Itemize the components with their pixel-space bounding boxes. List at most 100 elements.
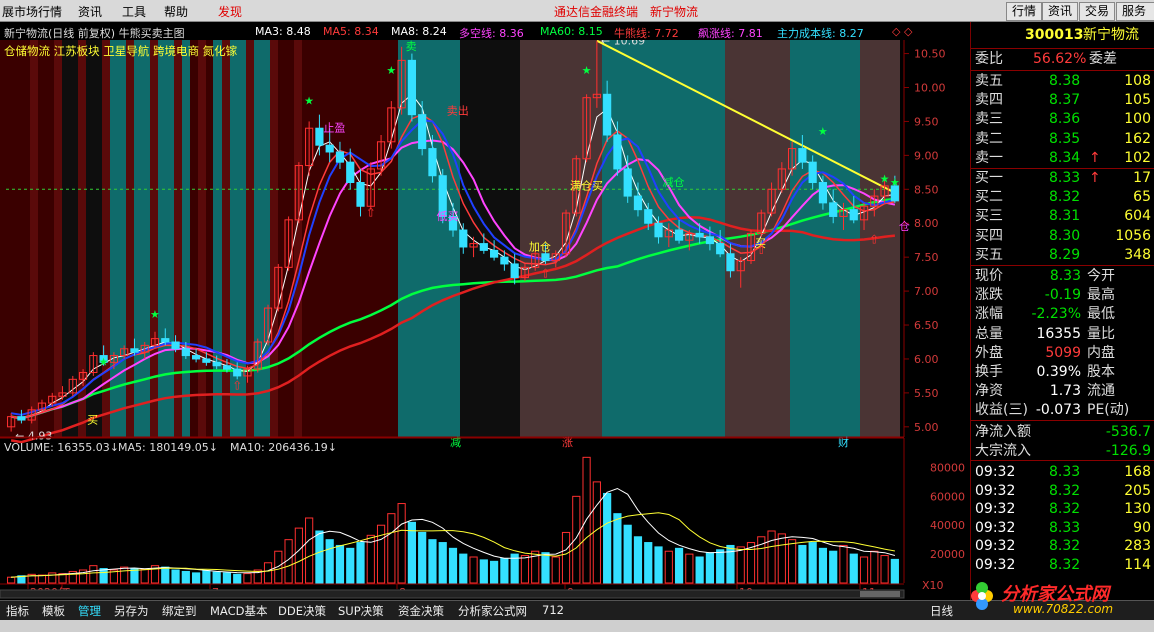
star-icon: ★	[304, 94, 314, 107]
link-stock[interactable]: 新宁物流	[650, 3, 698, 20]
volume-bar	[551, 556, 560, 584]
watermark-url: www.70822.com	[1013, 602, 1114, 616]
book-price: 8.36	[1049, 111, 1081, 128]
signal-label: 卖	[406, 40, 417, 53]
book-vol: 1056	[1115, 227, 1151, 244]
candle-body	[325, 144, 334, 153]
book-label: 买五	[975, 246, 1003, 263]
stat-label2: 内盘	[1087, 344, 1115, 361]
link-terminal[interactable]: 通达信金融终端	[554, 3, 638, 20]
volume-bar	[99, 568, 108, 584]
signal-label: 止盈	[323, 122, 345, 135]
btn-news[interactable]: 资讯	[1042, 2, 1079, 21]
tab-item[interactable]: 指标	[6, 603, 29, 619]
signal-label: 买	[87, 413, 98, 426]
candle-body	[407, 59, 416, 116]
tab-item[interactable]: 分析家公式网	[458, 603, 527, 619]
book-price: 8.35	[1049, 130, 1081, 147]
stat-value: 5099	[1045, 344, 1081, 361]
tab-item[interactable]: DDE决策	[278, 603, 326, 619]
candle-body	[490, 249, 499, 258]
volume-bar	[664, 550, 673, 584]
book-price: 8.32	[1049, 189, 1081, 206]
volume-bar	[263, 562, 273, 584]
bg-stripe	[174, 40, 182, 437]
up-arrow-marker-icon: ⇧	[540, 267, 550, 281]
chart-area[interactable]: 10.50 10.00 9.50 9.00 8.50 8.00 7.50 7.00 6.50 6.…	[0, 35, 970, 600]
menu-discover[interactable]: 发现	[218, 3, 242, 20]
signal-label: 加仓	[529, 239, 551, 253]
stat-label2: PE(动)	[1087, 402, 1130, 419]
volume-bar	[243, 573, 252, 584]
candle-body	[798, 148, 807, 163]
volume-unit: X10	[922, 579, 944, 592]
up-arrow-icon: ↑	[1089, 149, 1101, 166]
candle-body	[603, 93, 612, 136]
tab-item[interactable]: 模板	[42, 603, 65, 619]
period-label[interactable]: 日线	[930, 603, 953, 619]
tick-price: 8.33	[1049, 519, 1081, 536]
volume-bar	[500, 557, 509, 584]
volume-bar	[716, 549, 725, 584]
candle-body	[181, 348, 190, 357]
kline-chart[interactable]: 10.50 10.00 9.50 9.00 8.50 8.00 7.50 7.00 6.50 6.…	[0, 35, 970, 600]
book-vol: 162	[1124, 130, 1151, 147]
stat-row: 总量 16355 量比	[971, 325, 1154, 344]
tick-price: 8.32	[1049, 482, 1081, 499]
ask-row: 卖五 8.38 108	[971, 72, 1154, 91]
volume-bar	[315, 530, 324, 584]
candle-body	[192, 355, 201, 360]
menu-tools[interactable]: 工具	[122, 3, 146, 20]
tab-item[interactable]: MACD基本	[210, 603, 267, 619]
tab-item[interactable]: SUP决策	[338, 603, 384, 619]
bg-band	[398, 40, 460, 437]
flow-label: 大宗流入	[975, 443, 1031, 459]
site-watermark: 分析家公式网 www.70822.com	[955, 578, 1154, 618]
tab-item[interactable]: 管理	[78, 603, 101, 619]
book-label: 卖三	[975, 111, 1003, 128]
volume-bar	[561, 531, 571, 584]
price-tick-label: 7.50	[914, 251, 939, 264]
btn-service[interactable]: 服务	[1116, 2, 1154, 21]
menu-news[interactable]: 资讯	[78, 3, 102, 20]
candle-body	[459, 229, 468, 248]
flow-row: 净流入额 -536.7	[971, 423, 1154, 442]
menu-market[interactable]: 展市场行情	[2, 3, 62, 20]
tab-item[interactable]: 绑定到	[162, 603, 197, 619]
stat-row: 外盘 5099 内盘	[971, 344, 1154, 363]
volume-bar	[603, 492, 612, 584]
volume-bar	[356, 542, 365, 584]
tab-item[interactable]: 资金决策	[398, 603, 444, 619]
stat-label2: 股本	[1087, 364, 1115, 380]
tick-row: 09:32 8.32 114	[971, 556, 1154, 575]
price-tick-label: 8.00	[914, 217, 939, 230]
btn-trade[interactable]: 交易	[1079, 2, 1116, 21]
stat-row: 涨跌 -0.19 最高	[971, 286, 1154, 305]
volume-bar	[7, 576, 16, 584]
volume-bar	[140, 568, 149, 584]
tick-time: 09:32	[975, 482, 1016, 499]
candle-body	[315, 127, 324, 146]
book-label: 买四	[975, 227, 1003, 244]
volume-bar	[325, 539, 334, 584]
tick-price: 8.33	[1049, 464, 1081, 480]
up-arrow-marker-icon: ⇧	[869, 233, 879, 247]
book-price: 8.30	[1049, 227, 1081, 244]
menu-help[interactable]: 帮助	[164, 3, 188, 20]
btn-market[interactable]: 行情	[1006, 2, 1043, 21]
candle-body	[500, 256, 509, 265]
price-tick-label: 5.50	[914, 387, 939, 400]
star-icon: ★	[99, 356, 109, 369]
star-icon: ★	[150, 308, 160, 321]
scrollbar-thumb	[860, 591, 900, 597]
bg-band	[460, 40, 520, 437]
tab-item[interactable]: 另存为	[114, 603, 149, 619]
diamond-icon[interactable]: ◇ ◇	[892, 25, 912, 38]
volume-bar	[376, 524, 386, 584]
high-label: ← 10.69	[601, 40, 645, 48]
tab-item[interactable]: 712	[542, 603, 564, 617]
weibi-row: 委比 56.62% 委差	[971, 50, 1154, 69]
flower-logo-icon	[971, 582, 993, 610]
tick-price: 8.32	[1049, 501, 1081, 518]
stat-value: 16355	[1036, 325, 1081, 342]
